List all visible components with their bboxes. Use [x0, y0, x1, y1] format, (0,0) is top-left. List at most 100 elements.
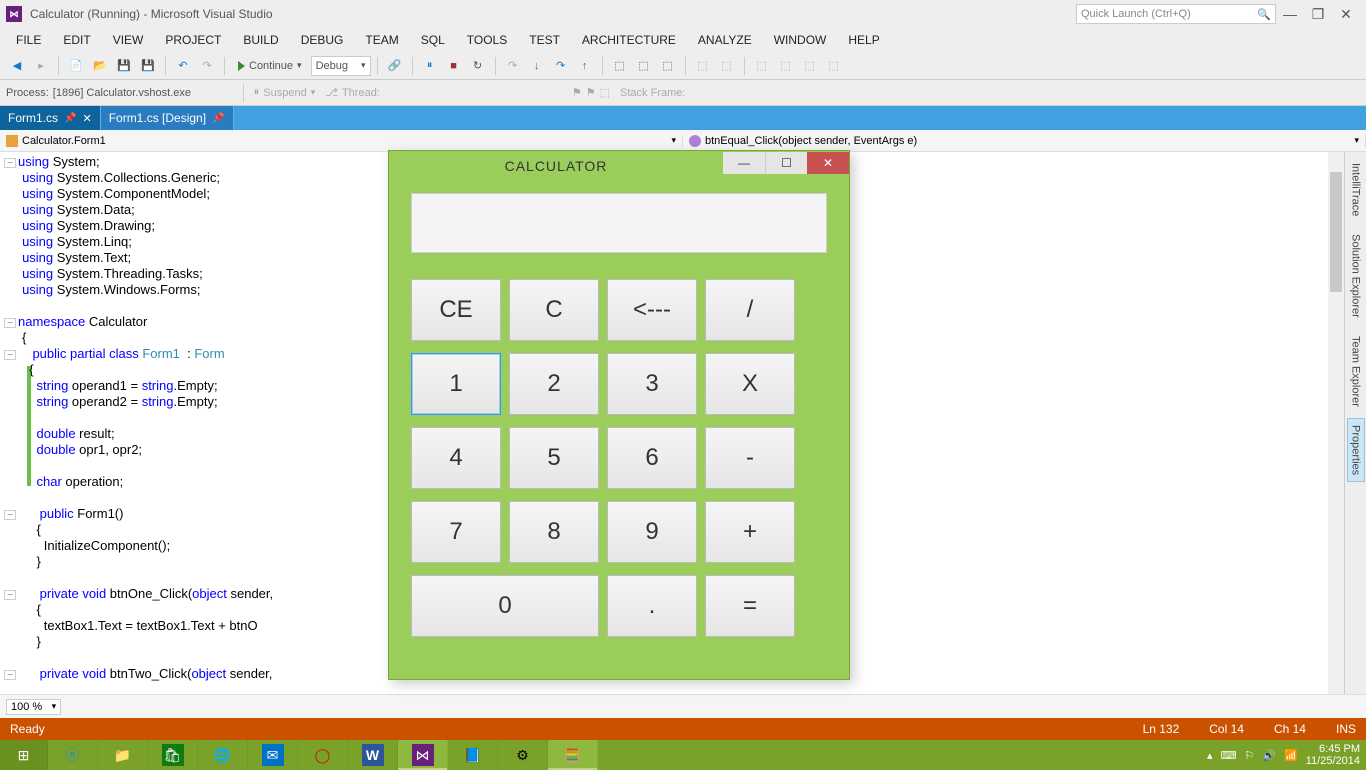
pin-icon[interactable]: 📌: [212, 113, 224, 124]
taskbar-explorer[interactable]: 📁: [98, 740, 148, 770]
minimize-button[interactable]: —: [1276, 6, 1304, 22]
scrollbar-thumb[interactable]: [1330, 172, 1342, 292]
start-button[interactable]: ⊞: [0, 740, 48, 770]
calc-btn-clear[interactable]: C: [509, 279, 599, 341]
menu-help[interactable]: HELP: [838, 31, 889, 49]
calculator-display[interactable]: [411, 193, 827, 253]
stop-debug-button[interactable]: ■: [443, 55, 465, 77]
calc-btn-multiply[interactable]: X: [705, 353, 795, 415]
calc-btn-decimal[interactable]: .: [607, 575, 697, 637]
extra-btn-1[interactable]: ⬚: [692, 55, 714, 77]
zoom-dropdown[interactable]: 100 %: [6, 699, 61, 715]
menu-test[interactable]: TEST: [519, 31, 570, 49]
calc-btn-backspace[interactable]: <---: [607, 279, 697, 341]
calc-btn-8[interactable]: 8: [509, 501, 599, 563]
calc-btn-0[interactable]: 0: [411, 575, 599, 637]
extra-btn-3[interactable]: ⬚: [751, 55, 773, 77]
tray-volume-icon[interactable]: 🔊: [1262, 749, 1276, 762]
calc-btn-4[interactable]: 4: [411, 427, 501, 489]
save-button[interactable]: 💾: [113, 55, 135, 77]
panel-tab-team-explorer[interactable]: Team Explorer: [1347, 329, 1365, 414]
taskbar-app2[interactable]: ⚙: [498, 740, 548, 770]
extra-btn-5[interactable]: ⬚: [799, 55, 821, 77]
calculator-maximize-button[interactable]: ☐: [765, 152, 807, 174]
intellitrace-button[interactable]: ⬚: [609, 55, 631, 77]
quick-launch-input[interactable]: Quick Launch (Ctrl+Q) 🔍: [1076, 4, 1276, 24]
restart-button[interactable]: ↻: [467, 55, 489, 77]
menu-team[interactable]: TEAM: [355, 31, 408, 49]
extra-btn-4[interactable]: ⬚: [775, 55, 797, 77]
save-all-button[interactable]: 💾: [137, 55, 159, 77]
menu-file[interactable]: FILE: [6, 31, 51, 49]
taskbar-visualstudio[interactable]: ⋈: [398, 740, 448, 770]
hex-button[interactable]: ⬚: [633, 55, 655, 77]
calculator-close-button[interactable]: ✕: [807, 152, 849, 174]
undo-button[interactable]: ↶: [172, 55, 194, 77]
step-out-button[interactable]: ↑: [574, 55, 596, 77]
new-project-button[interactable]: 📄: [65, 55, 87, 77]
flag-icon[interactable]: ⚑: [572, 86, 582, 99]
continue-button[interactable]: Continue ▾: [231, 57, 309, 75]
navigate-back-button[interactable]: ◀: [6, 55, 28, 77]
menu-window[interactable]: WINDOW: [764, 31, 837, 49]
calc-btn-add[interactable]: +: [705, 501, 795, 563]
menu-analyze[interactable]: ANALYZE: [688, 31, 762, 49]
extra-btn-6[interactable]: ⬚: [823, 55, 845, 77]
panel-tab-intellitrace[interactable]: IntelliTrace: [1347, 156, 1365, 223]
calc-btn-1[interactable]: 1: [411, 353, 501, 415]
taskbar-word[interactable]: W: [348, 740, 398, 770]
config-dropdown[interactable]: Debug: [311, 56, 371, 76]
calc-btn-divide[interactable]: /: [705, 279, 795, 341]
browser-link-button[interactable]: 🔗: [384, 55, 406, 77]
tray-network-icon[interactable]: 📶: [1284, 749, 1298, 762]
calc-btn-2[interactable]: 2: [509, 353, 599, 415]
taskbar-app1[interactable]: 📘: [448, 740, 498, 770]
calc-btn-equals[interactable]: =: [705, 575, 795, 637]
step-over-button[interactable]: ↷: [550, 55, 572, 77]
calc-btn-subtract[interactable]: -: [705, 427, 795, 489]
vertical-scrollbar[interactable]: [1328, 152, 1344, 694]
tray-action-center-icon[interactable]: ⚐: [1244, 749, 1254, 762]
flag3-icon[interactable]: ⬚: [600, 86, 610, 99]
panel-tab-properties[interactable]: Properties: [1347, 418, 1365, 482]
flag2-icon[interactable]: ⚑: [586, 86, 596, 99]
close-button[interactable]: ✕: [1332, 6, 1360, 23]
panel-tab-solution-explorer[interactable]: Solution Explorer: [1347, 227, 1365, 325]
menu-view[interactable]: VIEW: [103, 31, 154, 49]
break-all-button[interactable]: ⏸: [419, 55, 441, 77]
menu-build[interactable]: BUILD: [233, 31, 288, 49]
extra-btn-2[interactable]: ⬚: [716, 55, 738, 77]
calc-btn-7[interactable]: 7: [411, 501, 501, 563]
menu-debug[interactable]: DEBUG: [291, 31, 354, 49]
type-nav-dropdown[interactable]: Calculator.Form1 ▾: [0, 135, 683, 147]
calc-btn-5[interactable]: 5: [509, 427, 599, 489]
tray-show-hidden-icon[interactable]: ▴: [1207, 749, 1213, 762]
find-button[interactable]: ⬚: [657, 55, 679, 77]
menu-edit[interactable]: EDIT: [53, 31, 100, 49]
menu-architecture[interactable]: ARCHITECTURE: [572, 31, 686, 49]
menu-project[interactable]: PROJECT: [155, 31, 231, 49]
menu-sql[interactable]: SQL: [411, 31, 455, 49]
member-nav-dropdown[interactable]: btnEqual_Click(object sender, EventArgs …: [683, 135, 1366, 147]
navigate-forward-button[interactable]: ▸: [30, 55, 52, 77]
redo-button[interactable]: ↷: [196, 55, 218, 77]
pin-icon[interactable]: 📌: [64, 113, 76, 124]
restore-button[interactable]: ❐: [1304, 6, 1332, 23]
close-icon[interactable]: ✕: [82, 112, 91, 125]
step-into-button[interactable]: ↓: [526, 55, 548, 77]
taskbar-store[interactable]: 🛍: [148, 740, 198, 770]
taskbar-mail[interactable]: ✉: [248, 740, 298, 770]
taskbar-chrome[interactable]: 🌐: [198, 740, 248, 770]
tray-clock[interactable]: 6:45 PM 11/25/2014: [1306, 743, 1360, 767]
process-dropdown[interactable]: [1896] Calculator.vshost.exe: [53, 87, 233, 99]
calc-btn-3[interactable]: 3: [607, 353, 697, 415]
taskbar-ie[interactable]: ⓔ: [48, 740, 98, 770]
taskbar-calculator[interactable]: 🧮: [548, 740, 598, 770]
calc-btn-9[interactable]: 9: [607, 501, 697, 563]
open-file-button[interactable]: 📂: [89, 55, 111, 77]
tab-form1-cs-design-[interactable]: Form1.cs [Design]📌: [101, 106, 234, 130]
tray-keyboard-icon[interactable]: ⌨: [1221, 749, 1237, 762]
menu-tools[interactable]: TOOLS: [457, 31, 517, 49]
calc-btn-clear-entry[interactable]: CE: [411, 279, 501, 341]
calc-btn-6[interactable]: 6: [607, 427, 697, 489]
